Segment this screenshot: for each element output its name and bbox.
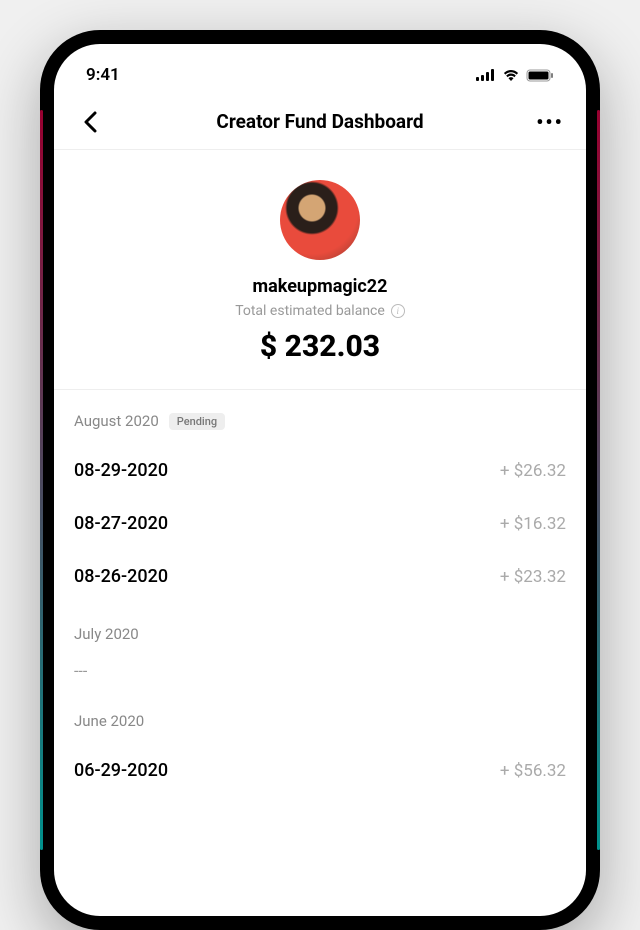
pending-badge: Pending — [169, 413, 225, 430]
empty-month-placeholder: --- — [74, 657, 566, 690]
transaction-amount: + $23.32 — [500, 567, 566, 587]
more-options-button[interactable]: ••• — [534, 106, 566, 138]
page-title: Creator Fund Dashboard — [216, 110, 423, 133]
transaction-date: 08-29-2020 — [74, 460, 168, 481]
nav-header: Creator Fund Dashboard ••• — [54, 94, 586, 150]
transaction-row[interactable]: 08-26-2020 + $23.32 — [74, 550, 566, 603]
transactions-list[interactable]: August 2020 Pending 08-29-2020 + $26.32 … — [54, 390, 586, 797]
phone-edge-glow — [597, 110, 600, 850]
screen: 9:41 — [54, 44, 586, 916]
back-button[interactable] — [74, 106, 106, 138]
transaction-date: 08-26-2020 — [74, 566, 168, 587]
balance-label-row: Total estimated balance i — [74, 303, 566, 319]
transaction-date: 08-27-2020 — [74, 513, 168, 534]
battery-icon — [526, 69, 554, 82]
cellular-signal-icon — [476, 69, 496, 81]
phone-edge-glow — [40, 110, 43, 850]
transaction-row[interactable]: 08-29-2020 + $26.32 — [74, 444, 566, 497]
month-header: June 2020 — [74, 690, 566, 744]
transaction-amount: + $26.32 — [500, 461, 566, 481]
info-icon[interactable]: i — [391, 304, 405, 318]
profile-section: makeupmagic22 Total estimated balance i … — [54, 150, 586, 390]
status-indicators — [476, 69, 554, 82]
transaction-amount: + $56.32 — [500, 761, 566, 781]
month-label: July 2020 — [74, 625, 139, 643]
balance-amount: $ 232.03 — [74, 329, 566, 364]
month-header: July 2020 — [74, 603, 566, 657]
month-header: August 2020 Pending — [74, 390, 566, 444]
transaction-amount: + $16.32 — [500, 514, 566, 534]
username: makeupmagic22 — [74, 276, 566, 297]
more-horizontal-icon: ••• — [536, 110, 564, 134]
avatar[interactable] — [280, 180, 360, 260]
status-bar: 9:41 — [54, 44, 586, 94]
status-time: 9:41 — [86, 65, 120, 85]
transaction-row[interactable]: 06-29-2020 + $56.32 — [74, 744, 566, 797]
phone-frame: 9:41 — [40, 30, 600, 930]
month-label: August 2020 — [74, 412, 159, 430]
month-label: June 2020 — [74, 712, 144, 730]
transaction-date: 06-29-2020 — [74, 760, 168, 781]
chevron-left-icon — [83, 111, 97, 133]
transaction-row[interactable]: 08-27-2020 + $16.32 — [74, 497, 566, 550]
wifi-icon — [502, 69, 520, 81]
balance-label: Total estimated balance — [235, 303, 385, 319]
